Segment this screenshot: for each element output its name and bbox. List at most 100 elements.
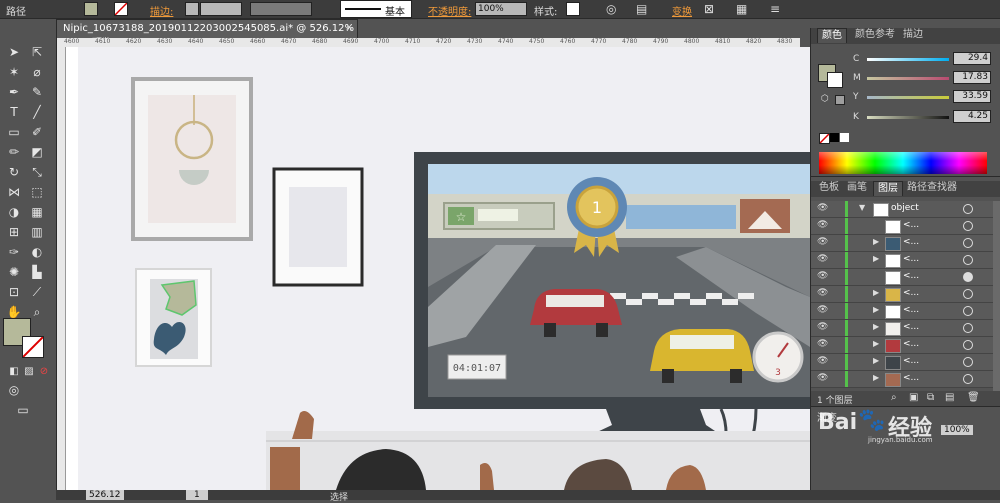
lasso-tool-icon[interactable]: ⌀ <box>28 64 46 80</box>
layer-row[interactable]: 👁 ▶ <... <box>811 354 993 371</box>
eraser-tool-icon[interactable]: ◩ <box>28 144 46 160</box>
variable-width-select[interactable] <box>250 2 312 16</box>
black-slider[interactable] <box>867 116 949 119</box>
target-icon[interactable] <box>963 238 973 248</box>
expand-right-icon[interactable]: ▶ <box>873 305 879 314</box>
target-icon[interactable] <box>963 374 973 384</box>
expand-right-icon[interactable]: ▶ <box>873 356 879 365</box>
artboard-navigator[interactable]: 1 <box>186 490 208 500</box>
layer-row[interactable]: 👁 ▶ <... <box>811 235 993 252</box>
draw-mode-icon[interactable]: ◎ <box>5 382 23 398</box>
close-tab-icon[interactable]: × <box>345 22 353 33</box>
visibility-eye-icon[interactable]: 👁 <box>817 271 828 281</box>
tab-swatches[interactable]: 色板 <box>815 181 843 195</box>
delete-layer-icon[interactable]: 🗑 <box>967 392 980 403</box>
target-icon[interactable] <box>963 204 973 214</box>
tab-pathfinder[interactable]: 路径查找器 <box>903 181 961 195</box>
target-icon[interactable] <box>963 221 973 231</box>
layers-scrollbar[interactable] <box>993 201 1000 391</box>
visibility-eye-icon[interactable]: 👁 <box>817 322 828 332</box>
color-spectrum[interactable] <box>819 152 987 174</box>
blend-tool-icon[interactable]: ◐ <box>28 244 46 260</box>
opacity-mask-icon[interactable]: ▤ <box>636 2 647 16</box>
layer-row[interactable]: 👁 ▶ <... <box>811 337 993 354</box>
visibility-eye-icon[interactable]: 👁 <box>817 203 828 213</box>
screen-mode-icon[interactable]: ▭ <box>14 402 32 418</box>
isolate-icon[interactable]: ⊠ <box>704 2 714 16</box>
tab-color[interactable]: 颜色 <box>817 28 847 43</box>
document-tab[interactable]: Nipic_10673188_20190112203002545085.ai* … <box>56 19 358 49</box>
artboard-tool-icon[interactable]: ⊡ <box>5 284 23 300</box>
yellow-value-input[interactable]: 33.59 <box>953 90 991 103</box>
visibility-eye-icon[interactable]: 👁 <box>817 339 828 349</box>
stroke-weight-input[interactable] <box>200 2 242 16</box>
white-color-chip[interactable] <box>840 133 849 142</box>
shape-builder-tool-icon[interactable]: ◑ <box>5 204 23 220</box>
target-icon[interactable] <box>963 357 973 367</box>
none-color-chip[interactable] <box>819 133 830 144</box>
target-icon[interactable] <box>963 255 973 265</box>
visibility-eye-icon[interactable]: 👁 <box>817 288 828 298</box>
scale-tool-icon[interactable]: ⤡ <box>28 164 46 180</box>
perspective-grid-tool-icon[interactable]: ▦ <box>28 204 46 220</box>
type-tool-icon[interactable]: T <box>5 104 23 120</box>
stroke-swatch[interactable] <box>114 2 128 16</box>
expand-right-icon[interactable]: ▶ <box>873 237 879 246</box>
expand-right-icon[interactable]: ▶ <box>873 322 879 331</box>
opacity-input[interactable]: 100% <box>475 2 527 16</box>
layer-row[interactable]: 👁 ▶ <... <box>811 303 993 320</box>
magic-wand-tool-icon[interactable]: ✶ <box>5 64 23 80</box>
pen-tool-icon[interactable]: ✒ <box>5 84 23 100</box>
layer-row[interactable]: 👁 <... <box>811 218 993 235</box>
expand-right-icon[interactable]: ▶ <box>873 373 879 382</box>
paintbrush-tool-icon[interactable]: ✐ <box>28 124 46 140</box>
line-tool-icon[interactable]: ╱ <box>28 104 46 120</box>
visibility-eye-icon[interactable]: 👁 <box>817 254 828 264</box>
column-graph-tool-icon[interactable]: ▙ <box>28 264 46 280</box>
canvas[interactable]: ☆ 1 3 04:01:07 <box>66 47 810 490</box>
visibility-eye-icon[interactable]: 👁 <box>817 305 828 315</box>
symbol-sprayer-tool-icon[interactable]: ✺ <box>5 264 23 280</box>
rotate-tool-icon[interactable]: ↻ <box>5 164 23 180</box>
out-of-gamut-icon[interactable]: ⬡ <box>821 94 829 104</box>
new-layer-icon[interactable]: ▤ <box>945 392 954 403</box>
stroke-label[interactable]: 描边: <box>150 3 173 18</box>
expand-right-icon[interactable]: ▶ <box>873 254 879 263</box>
target-icon[interactable] <box>963 272 973 282</box>
direct-selection-tool-icon[interactable]: ⇱ <box>28 44 46 60</box>
gradient-tool-icon[interactable]: ▥ <box>28 224 46 240</box>
clipping-mask-icon[interactable]: ▣ <box>909 392 918 403</box>
cyan-value-input[interactable]: 29.4 <box>953 52 991 65</box>
yellow-slider[interactable] <box>867 96 949 99</box>
expand-right-icon[interactable]: ▶ <box>873 339 879 348</box>
tab-color-guide[interactable]: 颜色参考 <box>851 28 899 42</box>
visibility-eye-icon[interactable]: 👁 <box>817 373 828 383</box>
zoom-input[interactable]: 526.12 <box>86 490 124 500</box>
recolor-icon[interactable]: ◎ <box>606 2 616 16</box>
layer-row[interactable]: 👁 ▶ <... <box>811 252 993 269</box>
expand-right-icon[interactable]: ▶ <box>873 288 879 297</box>
expand-down-icon[interactable]: ▼ <box>859 203 865 212</box>
brush-definition-select[interactable]: 基本 <box>340 0 412 18</box>
pencil-tool-icon[interactable]: ✏ <box>5 144 23 160</box>
slice-tool-icon[interactable]: ⟋ <box>28 284 46 300</box>
visibility-eye-icon[interactable]: 👁 <box>817 237 828 247</box>
align-icon[interactable]: ▦ <box>736 2 747 16</box>
tab-stroke[interactable]: 描边 <box>899 28 927 42</box>
curvature-tool-icon[interactable]: ✎ <box>28 84 46 100</box>
layer-row-object[interactable]: 👁 ▼ object <box>811 201 993 218</box>
tab-brushes[interactable]: 画笔 <box>843 181 871 195</box>
graphic-style-swatch[interactable] <box>566 2 580 16</box>
magenta-value-input[interactable]: 17.83 <box>953 71 991 84</box>
visibility-eye-icon[interactable]: 👁 <box>817 220 828 230</box>
target-icon[interactable] <box>963 323 973 333</box>
locate-object-icon[interactable]: ⌕ <box>891 392 897 403</box>
cyan-slider[interactable] <box>867 58 949 61</box>
opacity-label[interactable]: 不透明度: <box>428 3 471 18</box>
new-sublayer-icon[interactable]: ⧉ <box>927 392 934 403</box>
panel-menu-icon[interactable]: ≡ <box>770 2 780 16</box>
free-transform-tool-icon[interactable]: ⬚ <box>28 184 46 200</box>
mesh-tool-icon[interactable]: ⊞ <box>5 224 23 240</box>
black-value-input[interactable]: 4.25 <box>953 110 991 123</box>
width-tool-icon[interactable]: ⋈ <box>5 184 23 200</box>
